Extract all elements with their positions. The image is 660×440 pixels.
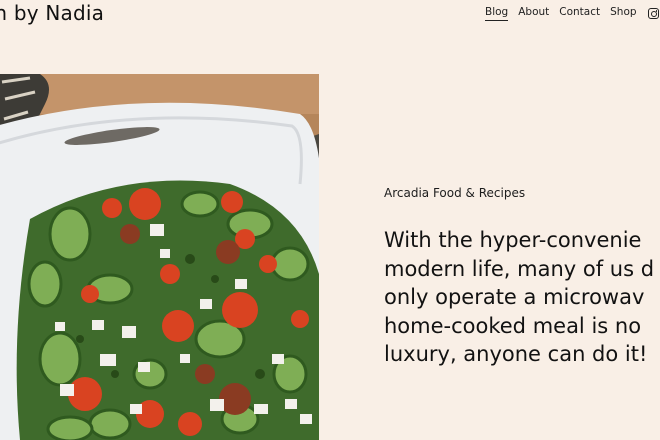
nav-link-shop[interactable]: Shop [610,6,636,20]
instagram-icon[interactable] [648,8,659,19]
nav-link-blog[interactable]: Blog [485,6,509,21]
headline-line: With the hyper-convenie [384,228,642,252]
headline-line: home-cooked meal is no [384,313,642,338]
blog-category: Arcadia Food & Recipes [384,186,526,200]
headline-line: luxury, anyone can do it! [384,342,648,366]
intro-headline: With the hyper-convenie modern life, man… [384,226,660,369]
main-nav: Blog About Contact Shop [485,6,647,21]
salad-bowl-photo [0,74,319,440]
hero-image [0,74,319,440]
headline-line: only operate a microwav [384,285,645,309]
site-title[interactable]: on by Nadia [0,1,104,25]
nav-link-about[interactable]: About [518,6,549,20]
headline-line: modern life, many of us d [384,256,655,281]
page: on by Nadia Blog About Contact Shop [0,0,660,440]
nav-link-contact[interactable]: Contact [559,6,600,20]
